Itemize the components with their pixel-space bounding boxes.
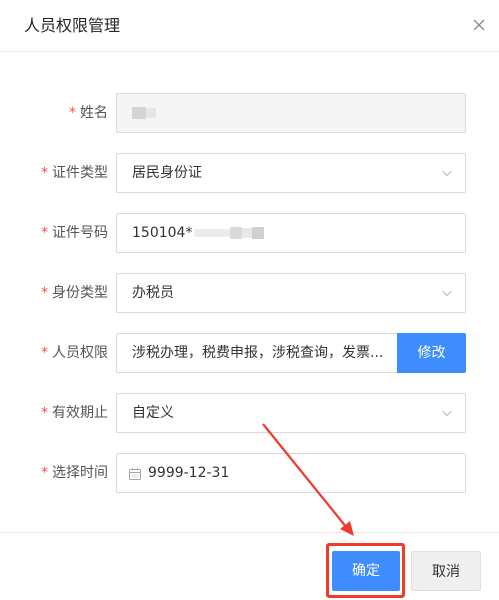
id-type-value: 居民身份证 <box>132 165 202 181</box>
permissions-label: * 人员权限 <box>41 345 108 361</box>
chevron-down-icon <box>442 410 452 417</box>
name-field[interactable] <box>116 93 466 133</box>
form-row-select-time: * 选择时间 9999-12-31 <box>0 453 499 493</box>
identity-type-select[interactable]: 办税员 <box>116 273 466 313</box>
form-row-id-number: * 证件号码 150104* <box>0 213 499 253</box>
required-mark: * <box>69 105 76 121</box>
masked-id-digits <box>194 229 231 237</box>
masked-name-tail <box>146 108 156 118</box>
required-mark: * <box>41 165 48 181</box>
date-picker[interactable]: 9999-12-31 <box>116 453 466 493</box>
form-row-name: * 姓名 <box>0 93 499 133</box>
form-row-identity-type: * 身份类型 办税员 <box>0 273 499 313</box>
required-mark: * <box>41 345 48 361</box>
identity-type-value: 办税员 <box>132 285 174 301</box>
id-number-field[interactable]: 150104* <box>116 213 466 253</box>
calendar-icon <box>129 468 141 480</box>
validity-select[interactable]: 自定义 <box>116 393 466 433</box>
dialog-title: 人员权限管理 <box>24 16 121 35</box>
confirm-button[interactable]: 确定 <box>332 551 400 591</box>
required-mark: * <box>41 285 48 301</box>
required-mark: * <box>41 405 48 421</box>
form-row-validity: * 有效期止 自定义 <box>0 393 499 433</box>
select-time-label: * 选择时间 <box>41 465 108 481</box>
cancel-button[interactable]: 取消 <box>411 551 481 591</box>
chevron-down-icon <box>442 170 452 177</box>
validity-value: 自定义 <box>132 405 174 421</box>
name-label: * 姓名 <box>69 105 108 121</box>
required-mark: * <box>41 225 48 241</box>
form-row-permissions: * 人员权限 涉税办理，税费申报，涉税查询，发票... 修改 <box>0 333 499 373</box>
form-row-id-type: * 证件类型 居民身份证 <box>0 153 499 193</box>
masked-id-digits <box>252 227 265 239</box>
modify-permissions-button[interactable]: 修改 <box>397 333 466 373</box>
identity-type-label: * 身份类型 <box>41 285 108 301</box>
permissions-field[interactable]: 涉税办理，税费申报，涉税查询，发票... <box>116 333 397 373</box>
date-value: 9999-12-31 <box>148 465 230 481</box>
permission-dialog: 人员权限管理 * 姓名 * 证件类型 居民身份证 * 证件号码 150104* * 身 <box>0 0 499 600</box>
masked-id-digits <box>242 228 253 238</box>
id-type-label: * 证件类型 <box>41 165 108 181</box>
id-type-select[interactable]: 居民身份证 <box>116 153 466 193</box>
masked-name <box>132 107 146 119</box>
chevron-down-icon <box>442 290 452 297</box>
id-number-label: * 证件号码 <box>41 225 108 241</box>
close-icon <box>473 19 485 31</box>
dialog-header: 人员权限管理 <box>0 0 499 52</box>
masked-id-digits <box>230 227 243 239</box>
id-number-value: 150104* <box>132 225 193 241</box>
validity-label: * 有效期止 <box>41 405 108 421</box>
required-mark: * <box>41 465 48 481</box>
close-button[interactable] <box>468 14 490 36</box>
